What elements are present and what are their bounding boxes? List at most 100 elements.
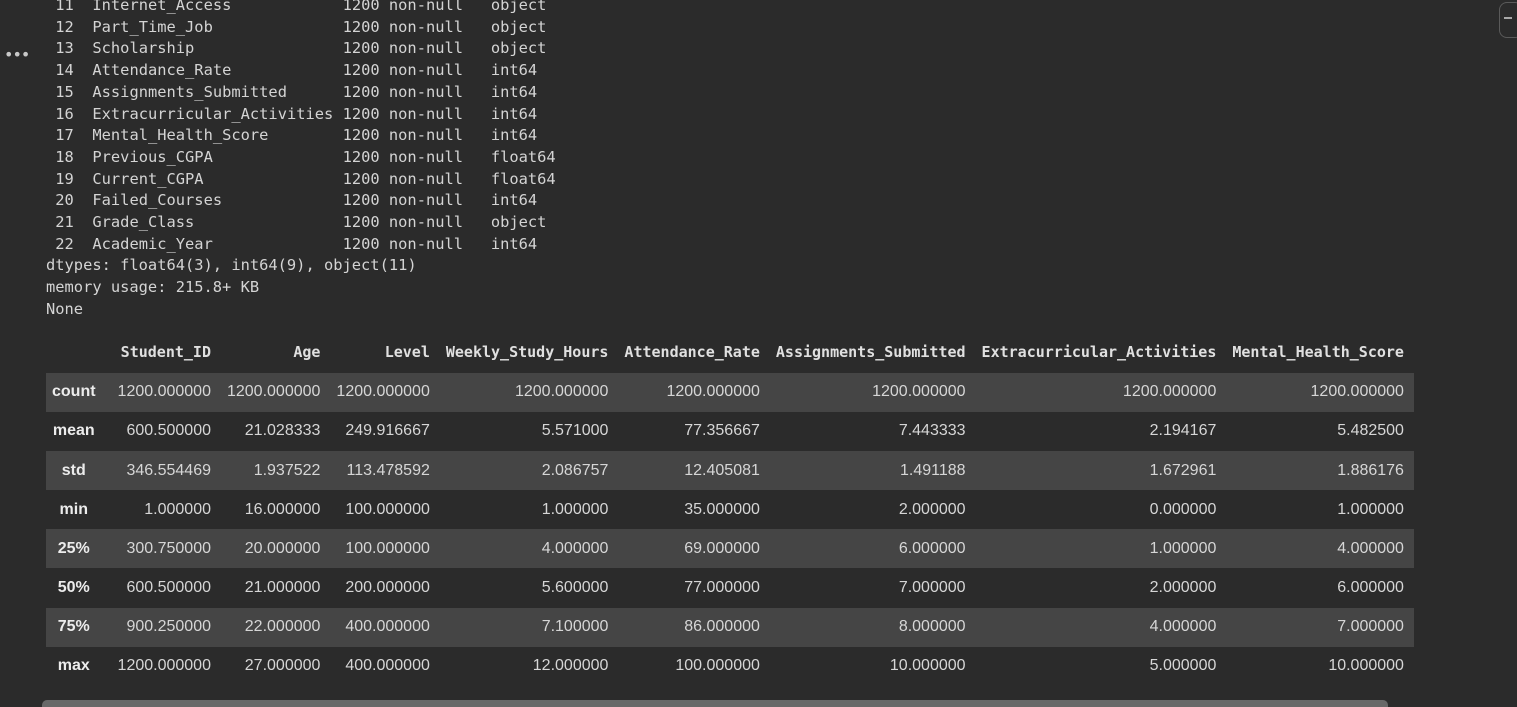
column-header: Mental_Health_Score xyxy=(1232,342,1404,361)
table-cell: 1200.000000 xyxy=(117,383,211,401)
cell-output: 11 Internet_Access 1200 non-null object … xyxy=(46,0,1511,687)
table-cell: 0.000000 xyxy=(1149,500,1217,518)
table-cell: 35.000000 xyxy=(684,500,760,518)
row-label: 50% xyxy=(57,579,90,597)
table-cell: 600.500000 xyxy=(126,579,211,597)
table-cell: 400.000000 xyxy=(345,618,430,636)
info-col-dtype: float64 xyxy=(490,169,556,188)
table-row: mean 600.500000 21.028333 249.916667 5.57100… xyxy=(46,411,1414,451)
table-cell: 1.491188 xyxy=(900,461,966,479)
info-col-count: 1200 non-null xyxy=(342,147,491,166)
table-cell: 1200.000000 xyxy=(666,383,760,401)
table-cell: 2.086757 xyxy=(541,461,609,479)
info-col-dtype: int64 xyxy=(490,191,538,210)
info-col-name: Attendance_Rate xyxy=(92,61,343,80)
info-col-count: 1200 non-null xyxy=(342,17,491,36)
table-cell: 1.000000 xyxy=(1337,500,1404,518)
info-col-name: Grade_Class xyxy=(92,213,343,232)
info-col-dtype: object xyxy=(490,17,547,36)
info-col-count: 1200 non-null xyxy=(342,213,491,232)
table-cell: 77.356667 xyxy=(684,422,760,440)
table-cell: 12.000000 xyxy=(532,657,609,675)
table-cell: 10.000000 xyxy=(1328,657,1404,675)
info-col-index: 22 xyxy=(55,234,74,253)
table-cell: 12.405081 xyxy=(684,461,760,479)
table-cell: 400.000000 xyxy=(345,657,430,675)
table-row: min 1.000000 16.000000 100.000000 1.000000 35… xyxy=(46,490,1414,530)
table-cell: 346.554469 xyxy=(126,461,211,479)
info-col-name: Mental_Health_Score xyxy=(92,126,343,145)
info-col-dtype: float64 xyxy=(490,147,556,166)
table-cell: 69.000000 xyxy=(684,539,760,557)
info-col-count: 1200 non-null xyxy=(342,234,491,253)
table-cell: 4.000000 xyxy=(541,539,609,557)
info-line: 13 Scholarship 1200 non-null object xyxy=(46,39,546,57)
info-col-name: Part_Time_Job xyxy=(92,17,343,36)
table-cell: 5.600000 xyxy=(541,579,609,597)
table-cell: 7.000000 xyxy=(898,579,966,597)
table-row: 25% 300.750000 20.000000 100.000000 4.000000… xyxy=(46,529,1414,569)
info-col-count: 1200 non-null xyxy=(342,191,491,210)
table-cell: 16.000000 xyxy=(244,500,321,518)
column-header: Attendance_Rate xyxy=(624,342,760,361)
table-cell: 2.000000 xyxy=(1149,579,1217,597)
table-cell: 5.000000 xyxy=(1149,657,1217,675)
info-col-dtype: int64 xyxy=(490,82,538,101)
table-row: 50% 600.500000 21.000000 200.000000 5.600000… xyxy=(46,568,1414,608)
info-col-dtype: object xyxy=(490,39,547,58)
table-cell: 100.000000 xyxy=(345,539,430,557)
info-line: 19 Current_CGPA 1200 non-null float64 xyxy=(46,169,556,188)
more-options-button[interactable]: ••• xyxy=(4,44,30,66)
info-col-name: Assignments_Submitted xyxy=(92,82,343,101)
table-cell: 86.000000 xyxy=(684,618,760,636)
row-label: mean xyxy=(52,422,95,440)
table-row: max 1200.000000 27.000000 400.000000 12.0000… xyxy=(46,646,1414,687)
table-cell: 27.000000 xyxy=(244,657,321,675)
column-header: Level xyxy=(384,342,430,361)
table-cell: 1.000000 xyxy=(541,500,609,518)
table-cell: 22.000000 xyxy=(244,618,321,636)
info-col-name: Internet_Access xyxy=(92,0,343,14)
table-cell: 8.000000 xyxy=(898,618,966,636)
table-cell: 7.100000 xyxy=(541,618,609,636)
dtypes-summary: dtypes: float64(3), int64(9), object(11) xyxy=(46,256,417,275)
info-line: 16 Extracurricular_Activities 1200 non-n… xyxy=(46,105,537,123)
table-cell: 100.000000 xyxy=(675,657,760,675)
info-col-dtype: object xyxy=(490,213,547,232)
table-cell: 1200.000000 xyxy=(117,657,211,675)
row-label: count xyxy=(52,383,96,401)
info-col-count: 1200 non-null xyxy=(342,61,491,80)
info-line: 21 Grade_Class 1200 non-null object xyxy=(46,213,546,231)
column-header: Student_ID xyxy=(120,342,211,361)
table-row: 75% 900.250000 22.000000 400.000000 7.100000… xyxy=(46,607,1414,647)
info-col-index: 21 xyxy=(55,213,74,232)
table-cell: 20.000000 xyxy=(244,539,321,557)
info-col-count: 1200 non-null xyxy=(342,82,491,101)
info-col-index: 14 xyxy=(55,61,74,80)
info-col-name: Failed_Courses xyxy=(92,191,343,210)
info-col-dtype: int64 xyxy=(490,104,538,123)
table-cell: 4.000000 xyxy=(1149,618,1217,636)
table-cell: 6.000000 xyxy=(898,539,966,557)
info-line: 11 Internet_Access 1200 non-null object xyxy=(46,0,546,14)
table-cell: 249.916667 xyxy=(345,422,430,440)
info-col-index: 15 xyxy=(55,82,74,101)
return-value: None xyxy=(46,299,84,318)
cell-gutter: ••• xyxy=(0,0,40,707)
table-cell: 600.500000 xyxy=(126,422,211,440)
table-cell: 1.000000 xyxy=(1149,539,1217,557)
info-col-index: 18 xyxy=(55,147,74,166)
table-cell: 1.672961 xyxy=(1149,461,1217,479)
table-cell: 1200.000000 xyxy=(336,383,430,401)
table-row: count 1200.000000 1200.000000 1200.000000 12… xyxy=(46,372,1414,412)
horizontal-scrollbar-thumb[interactable] xyxy=(42,700,1388,707)
info-col-name: Previous_CGPA xyxy=(92,147,343,166)
info-col-name: Current_CGPA xyxy=(92,169,343,188)
row-label: max xyxy=(57,657,90,675)
info-line: 22 Academic_Year 1200 non-null int64 xyxy=(46,235,537,253)
table-cell: 1200.000000 xyxy=(1122,383,1217,401)
info-line: 15 Assignments_Submitted 1200 non-null i… xyxy=(46,83,537,101)
column-header: Assignments_Submitted xyxy=(775,342,966,361)
table-cell: 5.482500 xyxy=(1337,422,1404,440)
index-header xyxy=(46,331,102,373)
